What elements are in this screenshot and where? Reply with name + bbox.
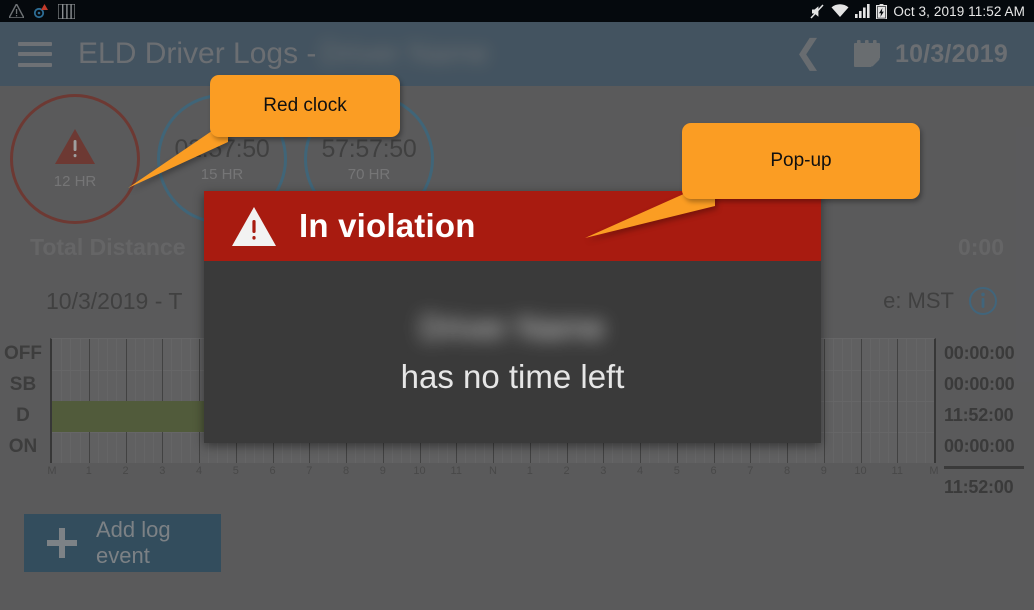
axis-tick: M xyxy=(47,465,57,477)
total-on: 00:00:00 xyxy=(944,436,1015,456)
status-bar-right: Oct 3, 2019 11:52 AM xyxy=(809,3,1034,19)
axis-tick: 9 xyxy=(820,465,827,477)
total-distance-value: 0:00 xyxy=(957,234,1004,260)
axis-tick: 5 xyxy=(673,465,680,477)
timezone-label: e: MST xyxy=(883,288,954,313)
duty-status-row-labels: OFF SB D ON xyxy=(0,338,46,463)
axis-tick: 4 xyxy=(636,465,644,477)
callout-red-clock: Red clock xyxy=(210,75,400,137)
axis-tick: 3 xyxy=(600,465,607,477)
callout-popup: Pop-up xyxy=(682,123,920,199)
total-grand: 11:52:00 xyxy=(944,477,1014,497)
plus-icon xyxy=(47,528,77,558)
axis-tick: 8 xyxy=(342,465,350,477)
break-clock[interactable]: 12 HR xyxy=(10,94,140,224)
row-label-on: ON xyxy=(8,436,38,457)
driver-name-redacted: Driver Name xyxy=(320,37,489,70)
axis-tick: 9 xyxy=(379,465,386,477)
row-label-off: OFF xyxy=(4,343,42,364)
axis-tick: 10 xyxy=(413,465,426,477)
add-log-event-label: Add log event xyxy=(96,517,171,568)
axis-tick: 8 xyxy=(783,465,791,477)
info-icon[interactable] xyxy=(968,286,998,316)
warning-triangle-icon xyxy=(9,4,24,18)
axis-tick: 6 xyxy=(710,465,717,477)
calendar-icon[interactable] xyxy=(852,39,882,69)
axis-tick: N xyxy=(489,465,497,477)
total-sb: 00:00:00 xyxy=(944,374,1015,394)
total-d: 11:52:00 xyxy=(944,405,1014,425)
dialog-title: In violation xyxy=(299,207,476,244)
battery-charging-icon xyxy=(876,3,888,19)
status-bar-datetime: Oct 3, 2019 11:52 AM xyxy=(893,3,1025,19)
axis-tick: 10 xyxy=(854,465,867,477)
axis-tick: 2 xyxy=(563,465,570,477)
axis-tick: 2 xyxy=(122,465,129,477)
warning-triangle-icon xyxy=(232,206,276,246)
dialog-header: In violation xyxy=(204,191,821,261)
app-bar-right: ❮ 10/3/2019 xyxy=(784,35,1034,74)
app-bar: ELD Driver Logs - Driver Name ❮ 10/3/2019 xyxy=(0,22,1034,86)
dialog-body: Driver Name has no time left xyxy=(204,261,821,443)
axis-tick: 4 xyxy=(195,465,203,477)
wifi-icon xyxy=(831,4,849,17)
row-label-sb: SB xyxy=(9,374,37,395)
gear-alert-icon xyxy=(33,3,48,18)
break-clock-limit: 12 HR xyxy=(53,173,97,190)
in-violation-dialog: In violation Driver Name has no time lef… xyxy=(204,191,821,443)
axis-tick: 1 xyxy=(526,465,533,477)
dialog-driver-name-redacted: Driver Name xyxy=(419,309,606,346)
axis-tick: 11 xyxy=(450,465,462,477)
row-label-d: D xyxy=(16,405,30,426)
chevron-left-icon[interactable]: ❮ xyxy=(784,35,852,74)
axis-tick: 7 xyxy=(306,465,313,477)
axis-tick: 7 xyxy=(747,465,754,477)
callout-red-clock-text: Red clock xyxy=(263,95,347,116)
total-distance-label: Total Distance xyxy=(30,234,186,260)
cycle-clock-limit: 70 HR xyxy=(347,166,391,183)
timezone-wrap: e: MST xyxy=(883,286,998,316)
log-date-line: 10/3/2019 - T xyxy=(46,287,183,314)
axis-tick: 5 xyxy=(232,465,239,477)
hamburger-menu-icon[interactable] xyxy=(18,41,52,67)
axis-tick: 11 xyxy=(891,465,903,477)
axis-tick: 6 xyxy=(269,465,276,477)
mute-icon xyxy=(810,3,824,19)
axis-tick: 1 xyxy=(85,465,92,477)
callout-popup-text: Pop-up xyxy=(770,150,832,171)
total-off: 00:00:00 xyxy=(944,343,1015,363)
sim-bars-icon xyxy=(58,3,75,19)
graph-segment-d xyxy=(52,401,204,432)
add-log-event-button[interactable]: Add log event xyxy=(24,514,221,572)
duty-status-totals: 00:00:00 00:00:00 11:52:00 00:00:00 11:5… xyxy=(944,338,1030,498)
app-screen: Oct 3, 2019 11:52 AM ELD Driver Logs - Dr… xyxy=(0,0,1034,610)
status-bar-left-icons xyxy=(0,3,75,19)
cycle-clock-value: 57:57:50 xyxy=(321,135,417,163)
page-title: ELD Driver Logs - Driver Name xyxy=(78,37,489,71)
android-status-bar: Oct 3, 2019 11:52 AM xyxy=(0,0,1034,22)
selected-date[interactable]: 10/3/2019 xyxy=(895,40,1008,69)
dialog-message: has no time left xyxy=(400,358,625,395)
warning-triangle-icon xyxy=(55,129,95,164)
axis-tick: M xyxy=(929,465,939,477)
cell-signal-icon xyxy=(855,4,871,18)
totals-divider xyxy=(944,466,1024,469)
page-title-text: ELD Driver Logs - xyxy=(78,37,317,70)
graph-time-axis: M 1 2 3 4 5 6 7 8 9 10 11 N 1 2 3 4 5 6 7 8 9 10 11 M xyxy=(47,465,939,485)
axis-tick: 3 xyxy=(159,465,166,477)
